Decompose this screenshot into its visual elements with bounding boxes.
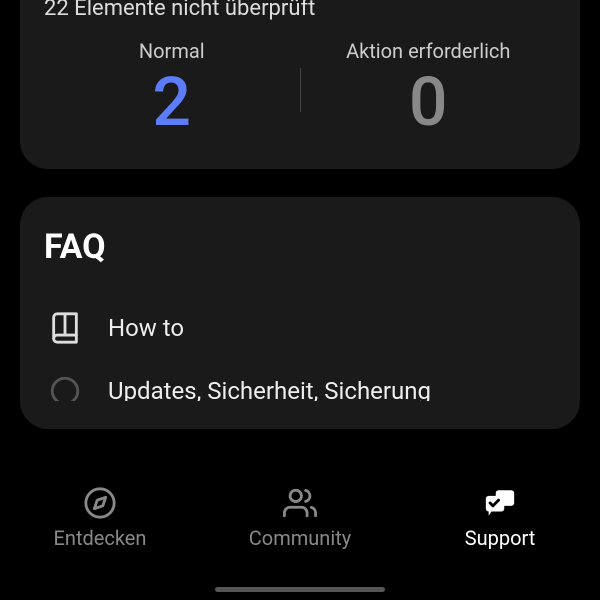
shield-icon xyxy=(48,374,82,401)
nav-label: Entdecken xyxy=(54,526,147,550)
status-normal-label: Normal xyxy=(44,39,300,63)
faq-title: FAQ xyxy=(44,227,556,267)
nav-label: Support xyxy=(465,526,536,550)
status-normal-value: 2 xyxy=(44,63,300,141)
faq-item-label: How to xyxy=(108,314,184,342)
status-action-value: 0 xyxy=(301,63,557,141)
book-icon xyxy=(48,311,82,345)
faq-item-updates[interactable]: Updates, Sicherheit, Sicherung xyxy=(44,363,556,401)
status-normal[interactable]: Normal 2 xyxy=(44,39,300,141)
faq-card: FAQ How to Updates, Sicherheit, Sicherun… xyxy=(20,197,580,429)
nav-community[interactable]: Community xyxy=(200,486,400,550)
faq-item-label: Updates, Sicherheit, Sicherung xyxy=(108,377,431,401)
nav-support[interactable]: Support xyxy=(400,486,600,550)
people-icon xyxy=(283,486,317,520)
status-subtitle: 22 Elemente nicht überprüft xyxy=(44,0,556,21)
status-card: 22 Elemente nicht überprüft Normal 2 Akt… xyxy=(20,0,580,169)
faq-item-howto[interactable]: How to xyxy=(44,293,556,363)
chat-check-icon xyxy=(483,486,517,520)
status-action-label: Aktion erforderlich xyxy=(301,39,557,63)
nav-label: Community xyxy=(249,526,351,550)
bottom-nav: Entdecken Community Support xyxy=(0,472,600,600)
compass-icon xyxy=(83,486,117,520)
nav-discover[interactable]: Entdecken xyxy=(0,486,200,550)
status-counts: Normal 2 Aktion erforderlich 0 xyxy=(44,39,556,141)
status-action[interactable]: Aktion erforderlich 0 xyxy=(301,39,557,141)
